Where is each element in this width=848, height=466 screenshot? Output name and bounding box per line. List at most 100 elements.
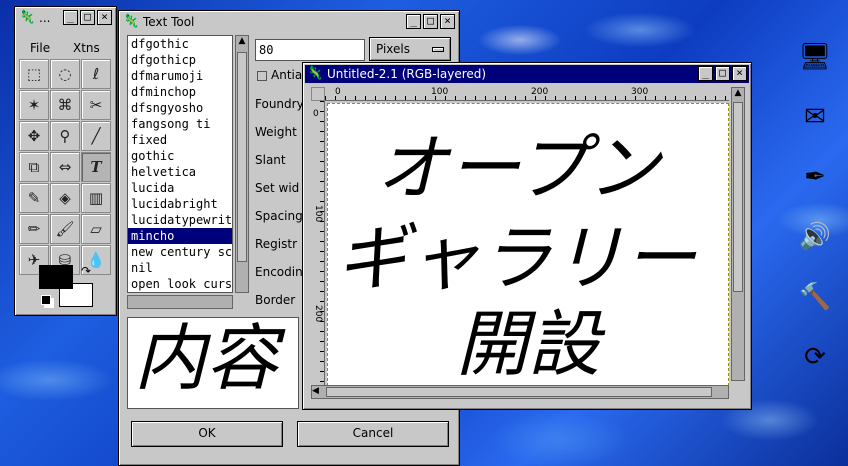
speaker-icon[interactable]: 🔊 (794, 218, 836, 256)
minimize-button[interactable]: _ (698, 66, 713, 81)
ruler-h-label: 300 (631, 87, 649, 97)
font-list-item[interactable]: fangsong ti (128, 116, 232, 132)
font-list-item[interactable]: helvetica (128, 164, 232, 180)
canvas-text-line: ギャラリー (336, 216, 697, 300)
field-label: Encodin (255, 265, 303, 279)
font-list-item[interactable]: fixed (128, 132, 232, 148)
pen-icon[interactable]: ✒ (794, 158, 836, 196)
antialias-checkbox[interactable] (257, 71, 267, 81)
close-button[interactable]: × (732, 66, 747, 81)
field-label: Foundry (255, 97, 304, 111)
image-titlebar[interactable]: 🦎 Untitled-2.1 (RGB-layered) _ □ × (305, 65, 749, 83)
horizontal-ruler[interactable]: 0 100 200 300 (325, 87, 729, 101)
font-list-hscrollbar[interactable] (127, 295, 233, 309)
font-list-item[interactable]: new century sc (128, 244, 232, 260)
font-list-item[interactable]: dfminchop (128, 84, 232, 100)
field-label: Set wid (255, 181, 300, 195)
units-label: Pixels (376, 42, 411, 56)
pencil-icon[interactable]: ✏ (19, 214, 49, 244)
foreground-color-swatch[interactable] (39, 265, 73, 289)
font-list-item[interactable]: lucida (128, 180, 232, 196)
horizontal-scrollbar[interactable]: ◀ (311, 385, 729, 399)
scroll-thumb[interactable] (733, 102, 743, 292)
paintbrush-icon[interactable]: 🖌 (50, 214, 80, 244)
minimize-button[interactable]: _ (63, 10, 78, 25)
bezier-select-icon[interactable]: ⌘ (50, 90, 80, 120)
free-select-icon[interactable]: ℓ (81, 59, 111, 89)
font-list-item[interactable]: dfgothic (128, 36, 232, 52)
scroll-up-arrow-icon[interactable]: ▲ (236, 36, 248, 46)
preview-area: 内容 (127, 317, 299, 409)
color-picker-icon[interactable]: ✎ (19, 183, 49, 213)
refresh-icon[interactable]: ⟳ (794, 338, 836, 376)
font-list-item[interactable]: nil (128, 260, 232, 276)
preview-text: 内容 (134, 317, 279, 400)
scroll-thumb[interactable] (326, 387, 712, 397)
bucket-fill-icon[interactable]: ◈ (50, 183, 80, 213)
ruler-v-label: 100 (313, 205, 323, 223)
eraser-icon[interactable]: ▱ (81, 214, 111, 244)
minimize-button[interactable]: _ (406, 14, 421, 29)
dropdown-icon (432, 47, 444, 52)
field-label: Weight (255, 125, 297, 139)
field-label: Spacing (255, 209, 303, 223)
font-list-scrollbar[interactable]: ▲ (235, 35, 249, 293)
move-icon[interactable]: ✥ (19, 121, 49, 151)
vertical-scrollbar[interactable]: ▲ (731, 87, 745, 381)
close-button[interactable]: × (97, 10, 112, 25)
flip-icon[interactable]: ⇔ (50, 152, 80, 182)
ellipse-select-icon[interactable]: ◌ (50, 59, 80, 89)
menu-file[interactable]: File (30, 41, 50, 55)
font-list[interactable]: dfgothic dfgothicp dfmarumoji dfminchop dfsn… (127, 35, 233, 293)
ruler-v-label: 200 (313, 305, 323, 323)
font-list-item[interactable]: dfmarumoji (128, 68, 232, 84)
ok-button[interactable]: OK (131, 421, 283, 447)
rect-select-icon[interactable]: ⬚ (19, 59, 49, 89)
image-title: Untitled-2.1 (RGB-layered) (327, 67, 487, 81)
hammer-icon[interactable]: 🔨 (794, 278, 836, 316)
field-label: Border (255, 293, 296, 307)
text-tool-title: Text Tool (143, 15, 195, 29)
gimp-icon: 🦎 (123, 14, 140, 29)
swap-colors-icon[interactable]: ↷ (81, 264, 91, 278)
scroll-left-arrow-icon[interactable]: ◀ (312, 386, 319, 396)
vertical-ruler[interactable]: 0 100 200 (311, 101, 325, 393)
font-list-item[interactable]: gothic (128, 148, 232, 164)
toolbox-titlebar[interactable]: 🦎 ... _ □ × (17, 9, 114, 27)
transform-icon[interactable]: ⧉ (19, 152, 49, 182)
maximize-button[interactable]: □ (80, 10, 95, 25)
field-label: Slant (255, 153, 286, 167)
text-icon[interactable]: T (81, 152, 111, 182)
scissors-icon[interactable]: ✂ (81, 90, 111, 120)
magnify-icon[interactable]: ⚲ (50, 121, 80, 151)
ruler-corner[interactable] (311, 87, 325, 101)
menu-xtns[interactable]: Xtns (73, 41, 100, 55)
font-list-item[interactable]: open look curs (128, 276, 232, 292)
size-input[interactable] (255, 39, 365, 61)
crop-icon[interactable]: ╱ (81, 121, 111, 151)
canvas-text-line: オープン (376, 126, 660, 210)
fuzzy-select-icon[interactable]: ✶ (19, 90, 49, 120)
cancel-button[interactable]: Cancel (297, 421, 449, 447)
units-dropdown[interactable]: Pixels (369, 37, 451, 61)
font-list-item[interactable]: mincho (128, 228, 232, 244)
ruler-h-label: 100 (431, 87, 449, 97)
maximize-button[interactable]: □ (715, 66, 730, 81)
text-tool-titlebar[interactable]: 🦎 Text Tool _ □ × (121, 13, 457, 31)
ruler-h-label: 200 (531, 87, 549, 97)
scroll-thumb[interactable] (237, 52, 247, 262)
mail-icon[interactable]: ✉ (794, 98, 836, 136)
monitor-icon[interactable]: 🖥 (794, 38, 836, 76)
canvas[interactable]: オープン ギャラリー 開設 (327, 103, 729, 391)
font-list-item[interactable]: dfgothicp (128, 52, 232, 68)
scroll-up-arrow-icon[interactable]: ▲ (732, 88, 744, 98)
maximize-button[interactable]: □ (423, 14, 438, 29)
default-colors-icon[interactable] (41, 295, 51, 305)
font-list-item[interactable]: lucidatypewrit (128, 212, 232, 228)
gradient-icon[interactable]: ▥ (81, 183, 111, 213)
font-list-item[interactable]: dfsngyosho (128, 100, 232, 116)
image-window: 🦎 Untitled-2.1 (RGB-layered) _ □ × 0 100… (302, 62, 752, 410)
close-button[interactable]: × (440, 14, 455, 29)
font-list-item[interactable]: lucidabright (128, 196, 232, 212)
antialias-label: Antia (271, 68, 303, 82)
